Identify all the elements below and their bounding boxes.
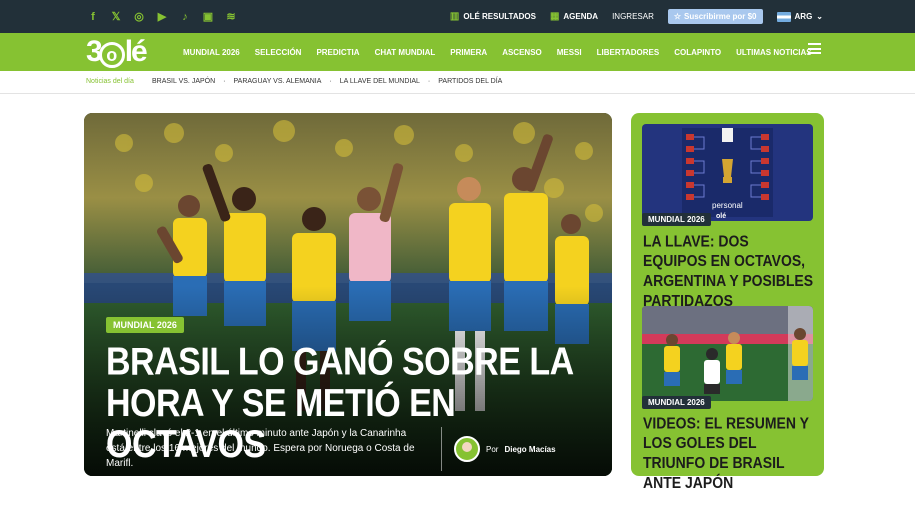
side-story-1-title[interactable]: LA LLAVE: DOS EQUIPOS EN OCTAVOS, ARGENT… [643, 231, 815, 310]
star-icon: ☆ [673, 12, 682, 21]
country-selector[interactable]: ARG ⌄ [776, 11, 823, 22]
sponsor-text: personal [712, 201, 743, 210]
nav-item-colapinto[interactable]: COLAPINTO [674, 48, 721, 57]
youtube-icon[interactable]: ▶ [155, 10, 169, 23]
ole-logo[interactable]: 3 o lé [86, 36, 148, 68]
ole-resultados-link[interactable]: ▥ OLÉ RESULTADOS [450, 11, 536, 22]
bracket-graphic: personal olé [642, 124, 813, 221]
nav-item-seleccion[interactable]: SELECCIÓN [255, 48, 302, 57]
agenda-label: AGENDA [563, 12, 599, 21]
author-prefix: Por [486, 444, 499, 454]
separator: · [329, 78, 332, 85]
x-icon[interactable]: 𝕏 [109, 10, 123, 23]
chevron-down-icon: ⌄ [816, 12, 823, 21]
top-bar: f 𝕏 ◎ ▶ ♪ ▣ ≋ ▥ OLÉ RESULTADOS ▦ AGENDA … [0, 0, 915, 33]
login-label: INGRESAR [612, 12, 654, 21]
side-stories-panel: personal olé MUNDIAL 2026 LA LLAVE: DOS … [631, 113, 824, 491]
hamburger-menu-icon[interactable] [808, 43, 821, 54]
nav-item-predictia[interactable]: PREDICTIA [316, 48, 359, 57]
instagram-icon[interactable]: ◎ [132, 10, 146, 23]
trending-link-llave-mundial[interactable]: LA LLAVE DEL MUNDIAL [340, 78, 420, 85]
main-story-summary: Martinelli clavó el 2-1 en el último min… [106, 428, 415, 469]
login-link[interactable]: INGRESAR [612, 12, 654, 21]
nav-item-primera[interactable]: PRIMERA [450, 48, 487, 57]
trending-label: Noticias del día [86, 78, 134, 85]
nav-item-messi[interactable]: MESSI [557, 48, 582, 57]
side-story-2-thumbnail[interactable] [642, 306, 813, 401]
subscribe-button[interactable]: ☆ Suscribirme por $0 [667, 9, 763, 24]
nav-item-ascenso[interactable]: ASCENSO [502, 48, 542, 57]
nav-item-chat-mundial[interactable]: CHAT MUNDIAL [375, 48, 436, 57]
separator: · [427, 78, 431, 85]
subscribe-label: Suscribirme por $0 [684, 12, 757, 21]
nav-item-libertadores[interactable]: LIBERTADORES [597, 48, 660, 57]
divider [441, 427, 442, 471]
argentina-flag-icon [776, 11, 791, 22]
spotify-icon[interactable]: ≋ [224, 10, 238, 23]
side-story-1-badge[interactable]: MUNDIAL 2026 [642, 213, 711, 226]
twitch-icon[interactable]: ▣ [201, 10, 215, 23]
nav-item-mundial-2026[interactable]: MUNDIAL 2026 [183, 48, 240, 57]
match-photo [642, 306, 813, 401]
svg-text:olé: olé [716, 213, 726, 220]
nav-items: MUNDIAL 2026 SELECCIÓN PREDICTIA CHAT MU… [183, 33, 812, 71]
nav-item-ultimas-noticias[interactable]: ULTIMAS NOTICIAS [736, 48, 811, 57]
trending-links: BRASIL VS. JAPÓN · PARAGUAY VS. ALEMANIA… [152, 78, 502, 85]
side-story-2-title[interactable]: VIDEOS: EL RESUMEN Y LOS GOLES DEL TRIUN… [643, 413, 815, 492]
side-story-1-thumbnail[interactable]: personal olé [642, 124, 813, 221]
trending-bar: Noticias del día BRASIL VS. JAPÓN · PARA… [0, 71, 915, 94]
country-label: ARG [794, 12, 813, 21]
main-story-card[interactable]: MUNDIAL 2026 BRASIL LO GANÓ SOBRE LA HOR… [84, 113, 612, 476]
tiktok-icon[interactable]: ♪ [178, 11, 192, 23]
social-links: f 𝕏 ◎ ▶ ♪ ▣ ≋ [86, 0, 238, 33]
main-story-badge[interactable]: MUNDIAL 2026 [106, 317, 184, 333]
author-avatar [454, 436, 480, 462]
separator: · [223, 78, 226, 85]
author-name: Diego Macías [504, 444, 556, 454]
chart-icon: ▥ [449, 11, 460, 22]
author-byline[interactable]: Por Diego Macías [454, 436, 556, 462]
ole-resultados-label: OLÉ RESULTADOS [463, 12, 536, 21]
trending-link-paraguay-alemania[interactable]: PARAGUAY VS. ALEMANIA [234, 78, 322, 85]
side-story-2-badge[interactable]: MUNDIAL 2026 [642, 396, 711, 409]
top-right-links: ▥ OLÉ RESULTADOS ▦ AGENDA INGRESAR ☆ Sus… [450, 0, 823, 33]
trending-link-brasil-japon[interactable]: BRASIL VS. JAPÓN [152, 78, 215, 85]
calendar-icon: ▦ [549, 11, 560, 22]
facebook-icon[interactable]: f [86, 11, 100, 23]
trending-link-partidos-del-dia[interactable]: PARTIDOS DEL DÍA [438, 78, 502, 85]
agenda-link[interactable]: ▦ AGENDA [550, 11, 598, 22]
